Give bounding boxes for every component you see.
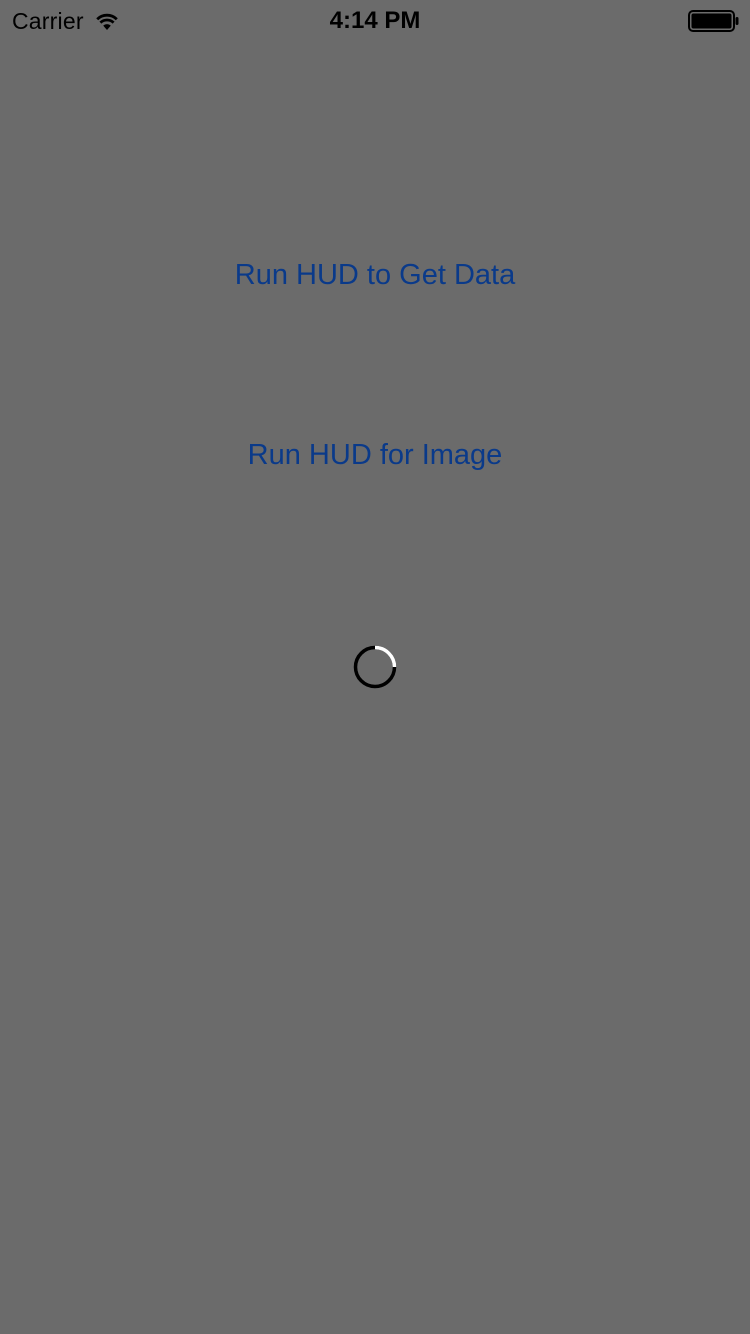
- battery-icon: [688, 10, 740, 32]
- run-hud-image-button[interactable]: Run HUD for Image: [0, 435, 750, 475]
- status-bar: Carrier 4:14 PM: [0, 0, 750, 40]
- activity-spinner-icon: [352, 644, 398, 690]
- run-hud-get-data-button[interactable]: Run HUD to Get Data: [0, 255, 750, 295]
- status-time: 4:14 PM: [329, 7, 421, 34]
